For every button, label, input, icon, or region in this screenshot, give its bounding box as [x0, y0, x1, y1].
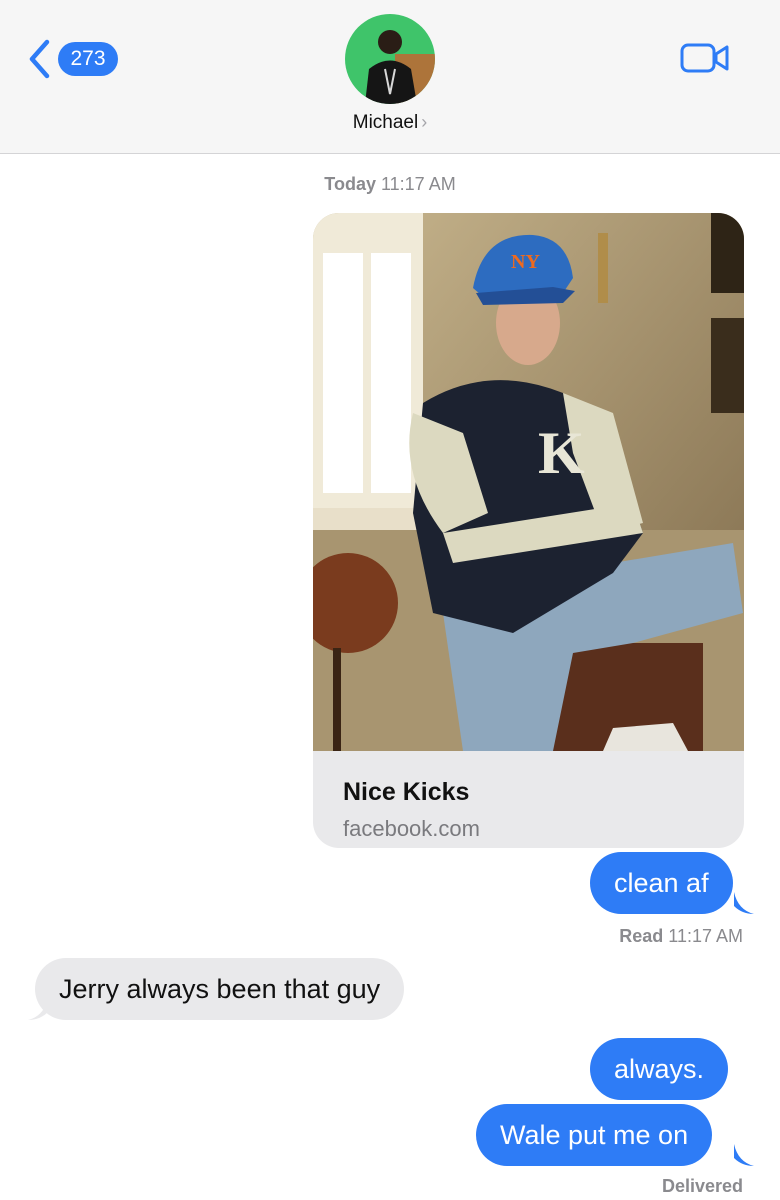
- delivered-label: Delivered: [661, 1176, 743, 1196]
- timestamp-time: 11:17 AM: [380, 174, 456, 194]
- message-bubble-incoming[interactable]: Jerry always been that guy: [35, 958, 405, 1020]
- chevron-right-icon: ›: [421, 112, 428, 132]
- delivered-receipt: Delivered: [662, 1176, 743, 1197]
- facetime-video-button[interactable]: [680, 42, 730, 74]
- back-button[interactable]: 273: [28, 38, 118, 80]
- contact-name-button[interactable]: Michael ›: [0, 112, 780, 134]
- message-bubble-outgoing[interactable]: clean af: [590, 852, 733, 914]
- bubble-tail: [734, 892, 754, 914]
- conversation-header: 273 Michael ›: [0, 0, 780, 154]
- link-preview-card[interactable]: K NY Nice Kicks facebook.com: [313, 213, 744, 848]
- avatar[interactable]: [345, 14, 435, 104]
- read-label: Read: [619, 926, 664, 946]
- link-preview-image: K NY: [313, 213, 744, 751]
- unread-count-badge: 273: [58, 42, 118, 76]
- svg-text:NY: NY: [511, 251, 540, 273]
- message-bubble-outgoing[interactable]: always.: [590, 1038, 729, 1100]
- svg-text:K: K: [538, 420, 585, 486]
- message-bubble-outgoing[interactable]: Wale put me on: [476, 1104, 713, 1166]
- link-preview-title: Nice Kicks: [343, 778, 470, 806]
- contact-name: Michael: [352, 112, 419, 133]
- video-camera-icon: [680, 43, 729, 73]
- bubble-tail: [734, 1144, 754, 1166]
- read-time: 11:17 AM: [668, 926, 743, 946]
- chevron-left-icon: [29, 39, 50, 79]
- read-receipt: Read 11:17 AM: [619, 926, 743, 947]
- link-preview-domain: facebook.com: [343, 816, 480, 841]
- timestamp-day: Today: [324, 174, 376, 194]
- conversation-timestamp: Today 11:17 AM: [0, 174, 780, 195]
